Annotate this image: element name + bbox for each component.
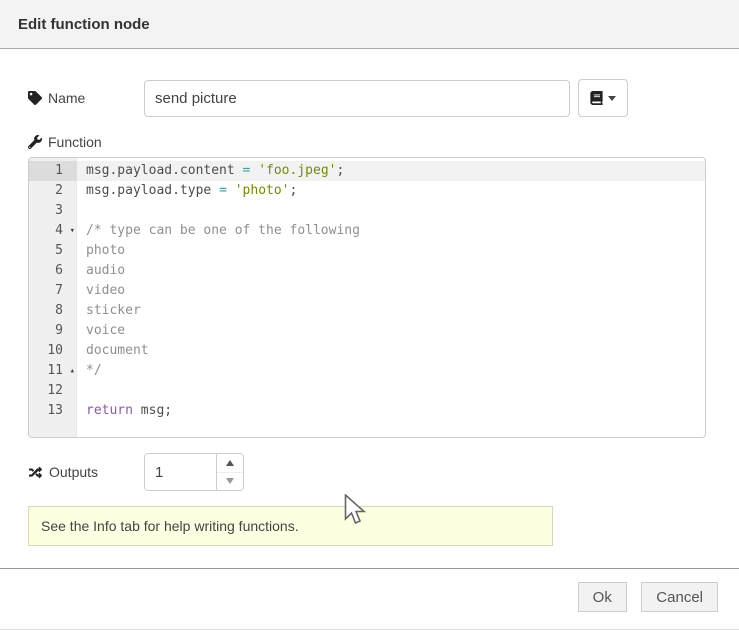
line-number: 7 bbox=[29, 281, 77, 301]
code-editor[interactable]: 1msg.payload.content = 'foo.jpeg';2msg.p… bbox=[28, 157, 706, 438]
line-number: 8 bbox=[29, 301, 77, 321]
library-button[interactable] bbox=[578, 79, 628, 117]
line-number: 11▴ bbox=[29, 361, 77, 381]
info-tip: See the Info tab for help writing functi… bbox=[28, 506, 553, 546]
code-text bbox=[77, 381, 705, 401]
code-line[interactable]: 2msg.payload.type = 'photo'; bbox=[29, 181, 705, 201]
name-label-text: Name bbox=[48, 90, 85, 106]
line-number: 3 bbox=[29, 201, 77, 221]
line-number: 13 bbox=[29, 401, 77, 421]
line-number: 5 bbox=[29, 241, 77, 261]
code-text: voice bbox=[77, 321, 705, 341]
code-line[interactable]: 12 bbox=[29, 381, 705, 401]
line-number: 2 bbox=[29, 181, 77, 201]
wrench-icon bbox=[28, 135, 42, 149]
function-label: Function bbox=[28, 133, 710, 151]
dialog-header: Edit function node bbox=[0, 0, 739, 49]
line-number: 12 bbox=[29, 381, 77, 401]
outputs-spinner bbox=[144, 453, 244, 491]
code-text: document bbox=[77, 341, 705, 361]
outputs-row: Outputs bbox=[28, 453, 710, 491]
code-line[interactable]: 8sticker bbox=[29, 301, 705, 321]
code-text bbox=[77, 201, 705, 221]
function-label-text: Function bbox=[48, 134, 102, 150]
outputs-label-text: Outputs bbox=[49, 464, 98, 480]
line-number: 4▾ bbox=[29, 221, 77, 241]
tag-icon bbox=[28, 91, 42, 105]
line-number: 9 bbox=[29, 321, 77, 341]
editor-rows: 1msg.payload.content = 'foo.jpeg';2msg.p… bbox=[29, 158, 705, 421]
code-text: /* type can be one of the following bbox=[77, 221, 705, 241]
spinner-buttons bbox=[216, 454, 243, 490]
code-line[interactable]: 4▾/* type can be one of the following bbox=[29, 221, 705, 241]
code-line[interactable]: 13return msg; bbox=[29, 401, 705, 421]
code-line[interactable]: 1msg.payload.content = 'foo.jpeg'; bbox=[29, 161, 705, 181]
code-line[interactable]: 6audio bbox=[29, 261, 705, 281]
dialog-footer: Ok Cancel bbox=[0, 568, 739, 612]
code-text: photo bbox=[77, 241, 705, 261]
chevron-down-icon bbox=[608, 96, 616, 101]
book-icon bbox=[590, 91, 603, 105]
code-line[interactable]: 11▴*/ bbox=[29, 361, 705, 381]
outputs-label: Outputs bbox=[28, 464, 144, 480]
spinner-down-button[interactable] bbox=[217, 473, 243, 491]
code-text: msg.payload.content = 'foo.jpeg'; bbox=[77, 161, 705, 181]
cancel-button[interactable]: Cancel bbox=[641, 582, 718, 612]
code-text: return msg; bbox=[77, 401, 705, 421]
code-text: video bbox=[77, 281, 705, 301]
shuffle-icon bbox=[28, 466, 43, 479]
code-text: */ bbox=[77, 361, 705, 381]
code-line[interactable]: 3 bbox=[29, 201, 705, 221]
name-label: Name bbox=[28, 90, 144, 106]
fold-close-icon[interactable]: ▴ bbox=[70, 361, 75, 381]
line-number: 6 bbox=[29, 261, 77, 281]
name-input[interactable] bbox=[144, 80, 570, 117]
code-text: sticker bbox=[77, 301, 705, 321]
code-line[interactable]: 10document bbox=[29, 341, 705, 361]
dialog-content: Name Function 1msg.payload.content = 'fo… bbox=[0, 79, 739, 546]
spinner-up-button[interactable] bbox=[217, 454, 243, 473]
info-tip-text: See the Info tab for help writing functi… bbox=[41, 518, 299, 534]
code-line[interactable]: 9voice bbox=[29, 321, 705, 341]
code-text: msg.payload.type = 'photo'; bbox=[77, 181, 705, 201]
outputs-input[interactable] bbox=[145, 454, 216, 490]
code-text: audio bbox=[77, 261, 705, 281]
dialog-title: Edit function node bbox=[18, 16, 150, 33]
name-row: Name bbox=[28, 79, 710, 117]
ok-button[interactable]: Ok bbox=[578, 582, 627, 612]
line-number: 10 bbox=[29, 341, 77, 361]
edit-function-node-dialog: Edit function node Name Function 1msg.pa… bbox=[0, 0, 739, 630]
code-line[interactable]: 7video bbox=[29, 281, 705, 301]
fold-open-icon[interactable]: ▾ bbox=[70, 221, 75, 241]
line-number: 1 bbox=[29, 161, 77, 181]
code-line[interactable]: 5photo bbox=[29, 241, 705, 261]
